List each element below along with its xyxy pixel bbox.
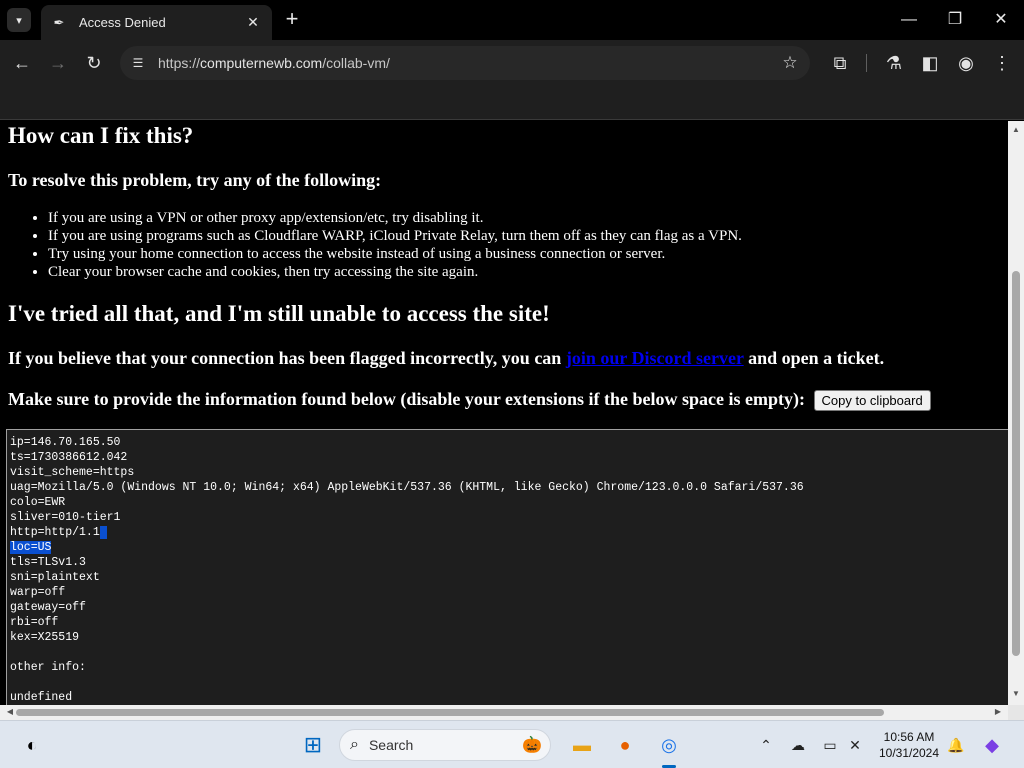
url-text[interactable]: https://computernewb.com/collab-vm/	[158, 55, 778, 71]
info-line: visit_scheme=https	[10, 466, 135, 479]
volume-muted-icon[interactable]: ✕	[845, 735, 865, 755]
scrollbar-corner	[1008, 705, 1024, 720]
info-line: rbi=off	[10, 616, 59, 629]
discord-server-link[interactable]: join our Discord server	[566, 348, 744, 368]
info-line: uag=Mozilla/5.0 (Windows NT 10.0; Win64;…	[10, 481, 804, 494]
tab-strip: ▾ ✒ Access Denied ✕ + — ❐ ✕	[0, 0, 1024, 40]
windows-taskbar: ◐ ⊞ ⌕ Search 🎃 ▬ ● ◎ ⌃ ☁ ▭ ✕ 10:56 AM 10…	[0, 720, 1024, 768]
close-tab-icon[interactable]: ✕	[244, 14, 262, 31]
extensions-puzzle-icon[interactable]: ⧉	[828, 51, 852, 75]
labs-flask-icon[interactable]: ⚗	[882, 51, 906, 75]
list-item: Clear your browser cache and cookies, th…	[48, 263, 742, 281]
vertical-scroll-thumb[interactable]	[1012, 271, 1020, 656]
copilot-icon[interactable]: ◆	[978, 731, 1006, 759]
back-arrow-icon[interactable]: ←	[10, 51, 34, 75]
provide-info-paragraph: Make sure to provide the information fou…	[8, 389, 931, 412]
cloud-sync-icon[interactable]: ☁	[788, 735, 808, 755]
info-line-http: http=http/1.1	[10, 525, 1008, 540]
scroll-right-arrow-icon[interactable]: ▶	[990, 707, 1006, 716]
firefox-icon[interactable]: ●	[611, 731, 639, 759]
browser-toolbar: ← → ↻ ☰ https://computernewb.com/collab-…	[0, 40, 1024, 86]
restore-icon[interactable]: ❐	[943, 8, 967, 32]
taskbar-search-box[interactable]: ⌕ Search 🎃	[339, 729, 551, 761]
flagged-paragraph: If you believe that your connection has …	[8, 348, 885, 368]
info-line: gateway=off	[10, 601, 86, 614]
forward-arrow-icon[interactable]: →	[46, 51, 70, 75]
notification-bell-icon[interactable]: 🔔	[946, 735, 966, 755]
toolbar-divider	[866, 54, 867, 72]
pen-nib-icon: ✒	[53, 14, 65, 30]
system-clock[interactable]: 10:56 AM 10/31/2024	[872, 729, 946, 761]
chrome-icon[interactable]: ◎	[655, 731, 683, 759]
reload-icon[interactable]: ↻	[82, 51, 106, 75]
file-explorer-icon[interactable]: ▬	[568, 731, 596, 759]
network-icon[interactable]: ▭	[820, 735, 840, 755]
page-viewport: How can I fix this? To resolve this prob…	[0, 121, 1008, 705]
minimize-icon[interactable]: —	[897, 8, 921, 32]
fix-suggestions-list: If you are using a VPN or other proxy ap…	[48, 209, 742, 281]
list-item: If you are using programs such as Cloudf…	[48, 227, 742, 245]
info-line: sliver=010-tier1	[10, 511, 121, 524]
scroll-up-arrow-icon[interactable]: ▲	[1008, 125, 1024, 134]
search-placeholder: Search	[368, 737, 414, 753]
windows-start-icon[interactable]: ⊞	[299, 731, 327, 759]
halloween-pumpkin-icon: 🎃	[522, 737, 542, 754]
info-line: tls=TLSv1.3	[10, 556, 86, 569]
info-line: other info:	[10, 661, 86, 674]
info-line-blank	[10, 675, 1008, 690]
tab-access-denied[interactable]: ✒ Access Denied ✕	[41, 5, 272, 40]
copy-to-clipboard-button[interactable]: Copy to clipboard	[813, 390, 931, 412]
info-line: colo=EWR	[10, 496, 66, 509]
list-item: Try using your home connection to access…	[48, 245, 742, 263]
info-line-blank	[10, 645, 1008, 660]
clock-time: 10:56 AM	[883, 730, 935, 744]
tab-search-chevron-icon[interactable]: ▾	[7, 8, 31, 32]
new-tab-plus-icon[interactable]: +	[281, 8, 303, 31]
connection-info-textarea[interactable]: ip=146.70.165.50 ts=1730386612.042 visit_s…	[6, 429, 1008, 705]
profile-avatar-icon[interactable]: ◉	[954, 51, 978, 75]
menu-kebab-icon[interactable]: ⋮	[990, 51, 1014, 75]
info-line: sni=plaintext	[10, 571, 100, 584]
site-info-tune-icon[interactable]: ☰	[128, 53, 148, 73]
info-line: ip=146.70.165.50	[10, 436, 121, 449]
info-line: undefined	[10, 691, 73, 704]
horizontal-scroll-thumb[interactable]	[16, 709, 884, 716]
tab-title: Access Denied	[79, 15, 166, 30]
clock-date: 10/31/2024	[878, 746, 940, 760]
close-window-icon[interactable]: ✕	[989, 8, 1013, 32]
search-icon: ⌕	[350, 736, 359, 753]
heading-how-to-fix: How can I fix this?	[8, 123, 194, 148]
address-bar[interactable]: ☰ https://computernewb.com/collab-vm/ ☆	[120, 46, 810, 80]
info-line-selected: loc=US	[10, 541, 52, 554]
info-line: warp=off	[10, 586, 66, 599]
weather-widget-icon[interactable]: ◐	[18, 731, 46, 759]
vertical-scrollbar[interactable]: ▲ ▼	[1008, 121, 1024, 705]
horizontal-scrollbar[interactable]: ◀ ▶	[0, 705, 1008, 720]
info-line: ts=1730386612.042	[10, 451, 128, 464]
info-line: kex=X25519	[10, 631, 80, 644]
heading-still-unable: I've tried all that, and I'm still unabl…	[8, 301, 550, 326]
resolve-intro: To resolve this problem, try any of the …	[8, 170, 382, 190]
scroll-down-arrow-icon[interactable]: ▼	[1008, 689, 1024, 698]
bookmark-star-icon[interactable]: ☆	[778, 53, 802, 73]
side-panel-icon[interactable]: ◧	[918, 51, 942, 75]
list-item: If you are using a VPN or other proxy ap…	[48, 209, 742, 227]
empty-bookmarks-bar	[0, 86, 1024, 120]
show-hidden-icons-chevron-icon[interactable]: ⌃	[756, 735, 776, 755]
